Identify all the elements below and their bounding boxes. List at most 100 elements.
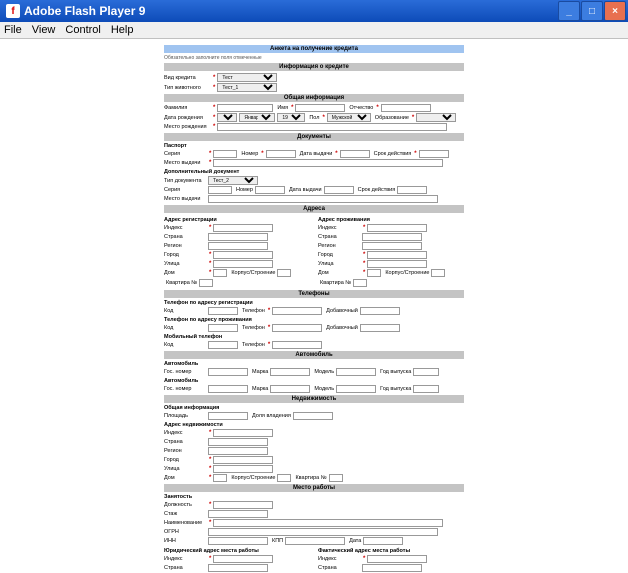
input-pdv[interactable]: [340, 150, 370, 158]
input-ned-dom[interactable]: [213, 474, 227, 482]
input-a1-marka[interactable]: [270, 368, 310, 376]
label-proz-idx: Индекс: [318, 225, 360, 231]
input-otch[interactable]: [381, 104, 431, 112]
input-treg-kod[interactable]: [208, 307, 238, 315]
input-reg-ul[interactable]: [213, 260, 273, 268]
label-a1-marka: Марка: [252, 369, 268, 375]
input-dol[interactable]: [213, 501, 273, 509]
input-psd[interactable]: [419, 150, 449, 158]
group-passport: Паспорт: [164, 143, 464, 149]
input-ned-ul[interactable]: [213, 465, 273, 473]
label-proz-ks: Корпус/Строение: [385, 270, 429, 276]
input-mob-tel[interactable]: [272, 341, 322, 349]
label-obr: Образование: [375, 115, 409, 121]
input-reg-reg[interactable]: [208, 242, 268, 250]
input-dsd[interactable]: [397, 186, 427, 194]
input-proz-gor[interactable]: [367, 251, 427, 259]
input-yur-idx[interactable]: [213, 555, 273, 563]
label-inn: ИНН: [164, 538, 206, 544]
label-reg-str: Страна: [164, 234, 206, 240]
input-ned-gor[interactable]: [213, 456, 273, 464]
select-pol[interactable]: Мужской: [327, 113, 371, 122]
required-note: Обязательно заполните поля отмеченные: [164, 55, 464, 61]
input-proz-ul[interactable]: [367, 260, 427, 268]
group-auto1: Автомобиль: [164, 361, 464, 367]
input-reg-kv[interactable]: [199, 279, 213, 287]
label-a2-marka: Марка: [252, 386, 268, 392]
input-pnom[interactable]: [266, 150, 296, 158]
header-main: Анкета на получение кредита: [164, 45, 464, 53]
label-proz-dom: Дом: [318, 270, 360, 276]
select-obr[interactable]: [416, 113, 456, 122]
input-fakt-str[interactable]: [362, 564, 422, 572]
input-reg-dom[interactable]: [213, 269, 227, 277]
input-ned-kv[interactable]: [329, 474, 343, 482]
select-tipz[interactable]: Тест_1: [217, 83, 277, 92]
input-yur-str[interactable]: [208, 564, 268, 572]
input-dser[interactable]: [208, 186, 232, 194]
input-ned-reg[interactable]: [208, 447, 268, 455]
label-treg-tel: Телефон: [242, 308, 265, 314]
close-button[interactable]: ×: [604, 1, 626, 21]
input-pmv[interactable]: [213, 159, 443, 167]
input-a1-model[interactable]: [336, 368, 376, 376]
menu-file[interactable]: File: [4, 24, 22, 36]
menu-help[interactable]: Help: [111, 24, 134, 36]
input-reg-idx[interactable]: [213, 224, 273, 232]
input-dnom[interactable]: [255, 186, 285, 194]
input-ned-ks[interactable]: [277, 474, 291, 482]
input-proz-str[interactable]: [362, 233, 422, 241]
input-dvl[interactable]: [293, 412, 333, 420]
input-pser[interactable]: [213, 150, 237, 158]
input-data[interactable]: [363, 537, 403, 545]
input-fakt-idx[interactable]: [367, 555, 427, 563]
input-a1-gv[interactable]: [413, 368, 439, 376]
input-fam[interactable]: [217, 104, 273, 112]
input-mr[interactable]: [217, 123, 447, 131]
input-tproz-dob[interactable]: [360, 324, 400, 332]
select-tdok[interactable]: Тест_2: [208, 176, 258, 185]
input-mob-kod[interactable]: [208, 341, 238, 349]
input-reg-gor[interactable]: [213, 251, 273, 259]
label-tproz-tel: Телефон: [242, 325, 265, 331]
input-imya[interactable]: [295, 104, 345, 112]
input-ned-idx[interactable]: [213, 429, 273, 437]
input-proz-ks[interactable]: [431, 269, 445, 277]
select-vid[interactable]: Тест: [217, 73, 277, 82]
input-proz-dom[interactable]: [367, 269, 381, 277]
menu-control[interactable]: Control: [65, 24, 100, 36]
input-a2-gv[interactable]: [413, 385, 439, 393]
input-reg-ks[interactable]: [277, 269, 291, 277]
input-treg-tel[interactable]: [272, 307, 322, 315]
input-treg-dob[interactable]: [360, 307, 400, 315]
input-ddv[interactable]: [324, 186, 354, 194]
input-naim[interactable]: [213, 519, 443, 527]
input-pl[interactable]: [208, 412, 248, 420]
minimize-button[interactable]: _: [558, 1, 580, 21]
input-proz-idx[interactable]: [367, 224, 427, 232]
input-a2-gos[interactable]: [208, 385, 248, 393]
label-vid: Вид кредита: [164, 75, 210, 81]
input-inn[interactable]: [208, 537, 268, 545]
label-ser: Серия: [164, 151, 206, 157]
input-kpp[interactable]: [285, 537, 345, 545]
input-a2-marka[interactable]: [270, 385, 310, 393]
input-proz-kv[interactable]: [353, 279, 367, 287]
input-ned-str[interactable]: [208, 438, 268, 446]
label-ogrn: ОГРН: [164, 529, 206, 535]
input-staz[interactable]: [208, 510, 268, 518]
input-proz-reg[interactable]: [362, 242, 422, 250]
group-tproz: Телефон по адресу проживания: [164, 317, 464, 323]
select-month[interactable]: Январь: [239, 113, 275, 122]
select-day[interactable]: 1: [217, 113, 237, 122]
input-dmv[interactable]: [208, 195, 438, 203]
input-tproz-tel[interactable]: [272, 324, 322, 332]
select-year[interactable]: 197: [277, 113, 305, 122]
input-a2-model[interactable]: [336, 385, 376, 393]
input-a1-gos[interactable]: [208, 368, 248, 376]
input-reg-str[interactable]: [208, 233, 268, 241]
input-ogrn[interactable]: [208, 528, 438, 536]
input-tproz-kod[interactable]: [208, 324, 238, 332]
menu-view[interactable]: View: [32, 24, 56, 36]
maximize-button[interactable]: □: [581, 1, 603, 21]
